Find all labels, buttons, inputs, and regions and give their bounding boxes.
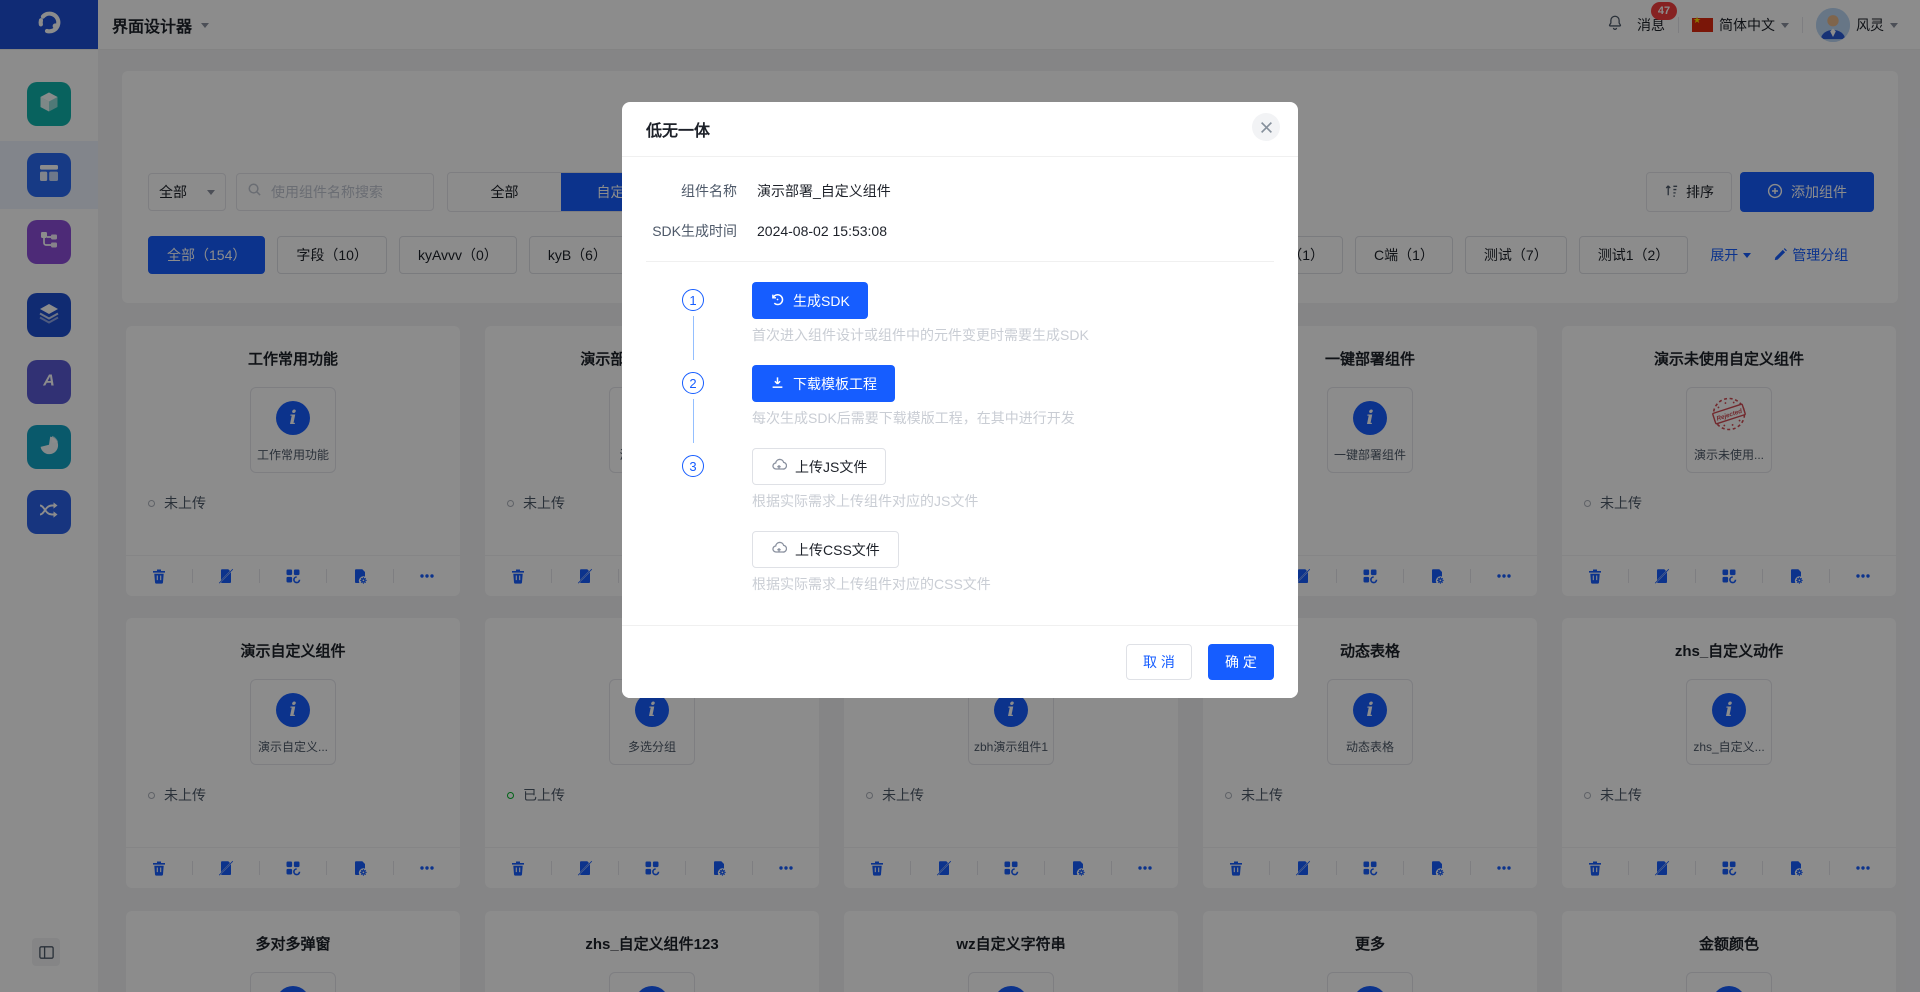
modal-step: 1 生成SDK 首次进入组件设计或组件中的元件变更时需要生成SDK xyxy=(682,282,1274,365)
step-action-button[interactable]: 生成SDK xyxy=(752,282,868,319)
upload-button[interactable]: 上传CSS文件 xyxy=(752,531,899,568)
regen-icon xyxy=(770,292,785,310)
step-number: 3 xyxy=(682,455,704,477)
step-action-button[interactable]: 下载模板工程 xyxy=(752,365,895,402)
modal-info-fields: 组件名称 演示部署_自定义组件 SDK生成时间 2024-08-02 15:53… xyxy=(622,157,1298,241)
step-number: 1 xyxy=(682,289,704,311)
step-description: 根据实际需求上传组件对应的JS文件 xyxy=(752,491,991,511)
low-code-integration-modal: 低无一体 组件名称 演示部署_自定义组件 SDK生成时间 2024-08-02 … xyxy=(622,102,1298,698)
modal-title: 低无一体 xyxy=(646,123,710,140)
close-icon[interactable] xyxy=(1252,113,1280,141)
field-label: SDK生成时间 xyxy=(622,221,737,241)
download-icon xyxy=(770,375,785,393)
step-number: 2 xyxy=(682,372,704,394)
modal-step: 2 下载模板工程每次生成SDK后需要下载模版工程，在其中进行开发 xyxy=(682,365,1274,448)
modal-step: 3 上传JS文件根据实际需求上传组件对应的JS文件上传CSS文件根据实际需求上传组… xyxy=(682,448,1274,614)
field-component-name: 组件名称 演示部署_自定义组件 xyxy=(622,181,1298,201)
step-rail: 2 xyxy=(682,365,704,448)
step-description: 每次生成SDK后需要下载模版工程，在其中进行开发 xyxy=(752,408,1075,428)
step-description: 首次进入组件设计或组件中的元件变更时需要生成SDK xyxy=(752,325,1089,345)
modal-steps: 1 生成SDK 首次进入组件设计或组件中的元件变更时需要生成SDK 2 下载模板工程每次… xyxy=(682,282,1274,614)
app-window: 界面设计器 消息 47 ★ 简体中文 风灵 xyxy=(0,0,1920,992)
confirm-button[interactable]: 确 定 xyxy=(1208,644,1274,680)
step-rail: 1 xyxy=(682,282,704,365)
field-value: 演示部署_自定义组件 xyxy=(757,181,891,201)
step-description: 根据实际需求上传组件对应的CSS文件 xyxy=(752,574,991,594)
step-rail: 3 xyxy=(682,448,704,614)
field-value: 2024-08-02 15:53:08 xyxy=(757,221,887,241)
modal-footer: 取 消 确 定 xyxy=(622,625,1298,698)
field-label: 组件名称 xyxy=(622,181,737,201)
cloud-icon xyxy=(771,457,787,476)
upload-button[interactable]: 上传JS文件 xyxy=(752,448,886,485)
modal-header: 低无一体 xyxy=(622,102,1298,157)
divider xyxy=(646,261,1274,262)
step-connector xyxy=(693,316,694,360)
step-connector xyxy=(693,399,694,443)
cancel-button[interactable]: 取 消 xyxy=(1126,644,1192,680)
field-sdk-time: SDK生成时间 2024-08-02 15:53:08 xyxy=(622,221,1298,241)
cloud-icon xyxy=(771,540,787,559)
